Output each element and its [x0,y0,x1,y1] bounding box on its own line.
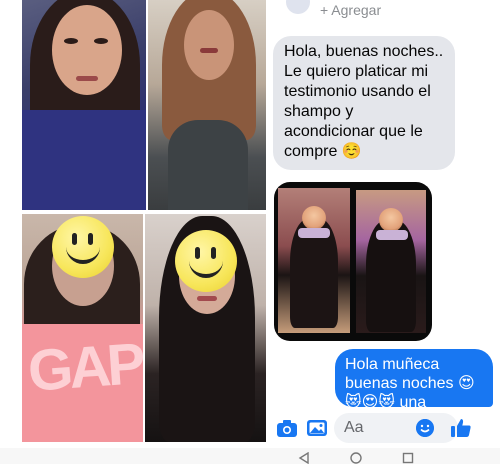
photo-collage: GAP [22,0,266,442]
outgoing-message-bubble[interactable]: Hola muñeca buenas noches 😍😻😍😻 una [335,349,493,407]
message-input[interactable]: Aa [334,413,458,443]
tank-top-shape [168,120,248,210]
collage-photo-4[interactable] [145,214,266,442]
nav-home-icon[interactable] [350,452,362,464]
shared-photo-left [278,188,350,333]
woman-emoji-icon [302,206,326,230]
avatar[interactable] [286,0,310,14]
woman-emoji-icon [379,208,403,232]
like-icon[interactable] [450,418,472,438]
smiley-emoji-icon [52,216,114,278]
system-navigation-bar [0,448,500,464]
shared-photo-message[interactable] [274,182,432,341]
lips-shape [76,76,98,81]
shirt-shape [22,110,146,210]
eye-shape [94,38,108,44]
emoji-icon[interactable] [416,419,434,437]
messenger-chat: + Agregar Hola, buenas noches.. Le quier… [266,0,500,464]
nav-recents-icon[interactable] [402,452,414,464]
camera-icon[interactable] [276,418,298,438]
collage-photo-2[interactable] [148,0,266,210]
lips-shape [197,296,217,301]
shared-photo-right [356,190,426,333]
gallery-icon[interactable] [306,418,328,438]
cover-bar-shape [376,230,408,240]
cover-bar-shape [298,228,330,238]
incoming-message-bubble[interactable]: Hola, buenas noches.. Le quiero platicar… [273,36,455,170]
eye-shape [64,38,78,44]
smiley-emoji-icon [175,230,237,292]
collage-photo-3[interactable]: GAP [22,214,143,442]
nav-back-icon[interactable] [298,452,310,464]
shirt-logo-text: GAP [25,331,143,404]
add-link[interactable]: + Agregar [320,2,381,18]
message-composer: Aa [266,408,500,448]
collage-photo-1[interactable] [22,0,146,210]
face-shape [184,10,234,80]
lips-shape [200,48,218,53]
face-shape [52,5,122,95]
